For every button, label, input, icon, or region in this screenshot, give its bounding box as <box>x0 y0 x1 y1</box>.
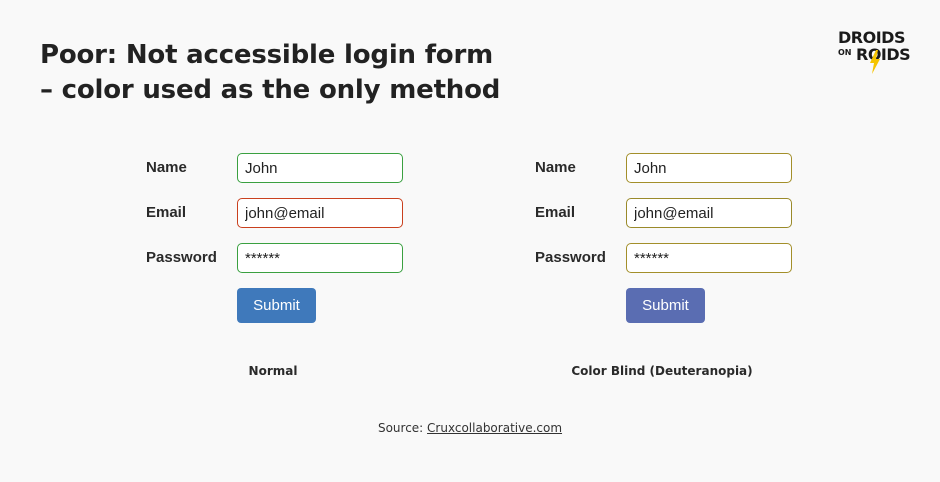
password-field[interactable] <box>237 243 403 273</box>
name-field[interactable] <box>626 153 792 183</box>
email-field[interactable] <box>237 198 403 228</box>
caption-color-blind: Color Blind (Deuteranopia) <box>571 364 753 378</box>
email-label: Email <box>535 204 576 221</box>
submit-button[interactable]: Submit <box>626 288 705 323</box>
submit-button[interactable]: Submit <box>237 288 316 323</box>
name-field[interactable] <box>237 153 403 183</box>
password-label: Password <box>535 249 606 266</box>
password-field[interactable] <box>626 243 792 273</box>
name-input[interactable] <box>238 154 395 182</box>
password-input[interactable] <box>627 244 784 272</box>
page-title-line-1: Poor: Not accessible login form <box>40 40 493 70</box>
name-input[interactable] <box>627 154 784 182</box>
droids-on-roids-logo: DROIDS ON ROIDS <box>836 28 911 76</box>
login-form-normal: Name Email Password Submit <box>146 153 406 333</box>
source-note: Source: Cruxcollaborative.com <box>0 421 940 435</box>
name-label: Name <box>146 159 187 176</box>
login-form-color-blind: Name Email Password Submit <box>535 153 795 333</box>
password-label: Password <box>146 249 217 266</box>
logo-line-3: ROIDS <box>856 45 911 64</box>
page-title-line-2: – color used as the only method <box>40 75 501 105</box>
email-field[interactable] <box>626 198 792 228</box>
source-link[interactable]: Cruxcollaborative.com <box>427 421 562 435</box>
password-input[interactable] <box>238 244 395 272</box>
caption-normal: Normal <box>248 364 298 378</box>
logo-line-2: ON <box>838 48 852 57</box>
source-prefix: Source: <box>377 421 428 435</box>
email-label: Email <box>146 204 187 221</box>
name-label: Name <box>535 159 576 176</box>
page-title: Poor: Not accessible login form – color … <box>40 38 500 108</box>
lightning-bolt-icon <box>870 50 880 74</box>
email-input[interactable] <box>627 199 784 227</box>
email-input[interactable] <box>238 199 395 227</box>
